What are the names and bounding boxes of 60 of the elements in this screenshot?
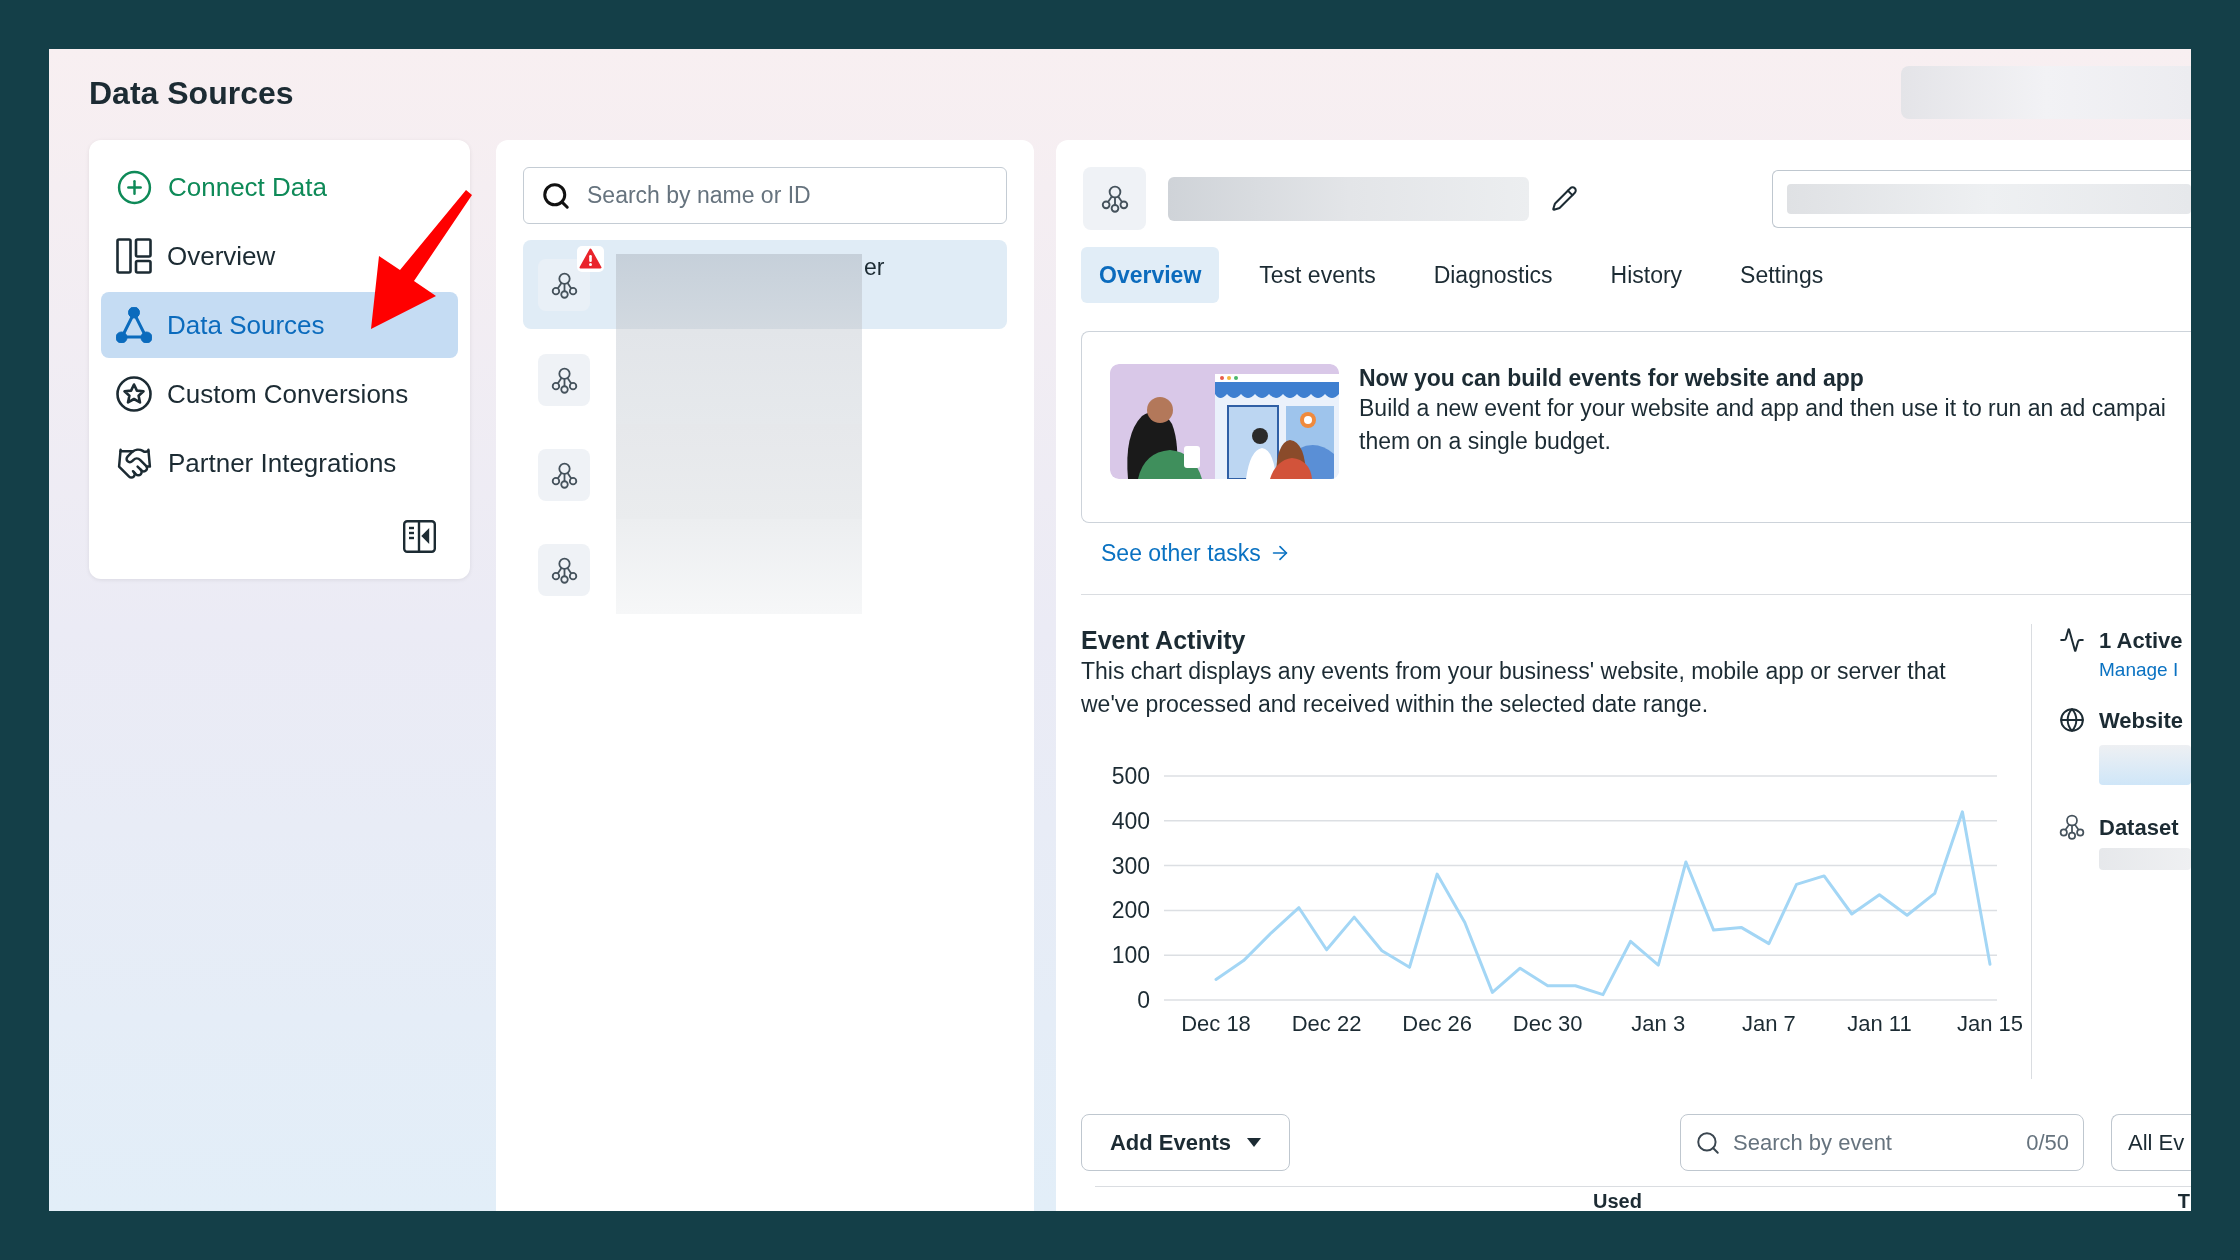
- search-field[interactable]: Search by name or ID: [523, 167, 1007, 224]
- column-header: T: [2177, 1190, 2190, 1211]
- filter-button[interactable]: All Ev: [2111, 1114, 2191, 1171]
- add-events-button[interactable]: Add Events: [1081, 1114, 1290, 1171]
- sidebar-item[interactable]: Overview: [101, 223, 458, 289]
- event-search-field[interactable]: Search by event 0/50: [1680, 1114, 2084, 1171]
- sidebar-item[interactable]: Connect Data: [101, 154, 458, 220]
- layout-icon: [116, 238, 152, 274]
- summary-title: 1 Active: [2099, 626, 2183, 655]
- sidebar-item[interactable]: Custom Conversions: [101, 361, 458, 427]
- promo-title: Now you can build events for website and app: [1359, 364, 1865, 392]
- nodes-icon: [116, 307, 152, 343]
- axis-label: Jan 11: [1847, 1010, 1912, 1036]
- tab[interactable]: Test events: [1241, 247, 1394, 303]
- axis-label: Dec 30: [1512, 1010, 1583, 1036]
- column-header: Used: [1593, 1190, 1642, 1211]
- section-description: This chart displays any events from your business' website, mobile app or server that we've processed and received within the selected date range.: [1081, 657, 1947, 719]
- tab[interactable]: Settings: [1722, 247, 1842, 303]
- page-title: Data Sources: [89, 74, 294, 113]
- star-circle-icon: [116, 376, 152, 412]
- axis-label: 500: [1111, 763, 1150, 789]
- caret-down-icon: [1247, 1138, 1261, 1147]
- sidebar-item[interactable]: Partner Integrations: [101, 430, 458, 496]
- axis-label: Dec 22: [1291, 1010, 1362, 1036]
- axis-label: 300: [1111, 852, 1150, 879]
- sidebar-item[interactable]: Data Sources: [101, 292, 458, 358]
- dataset-icon: [538, 354, 590, 406]
- char-count: 0/50: [2026, 1129, 2069, 1157]
- tab[interactable]: Overview: [1081, 247, 1220, 303]
- search-icon: [1695, 1129, 1721, 1156]
- plus-circle-icon: [116, 168, 153, 206]
- summary-title: Website: [2099, 706, 2183, 735]
- axis-label: Dec 26: [1402, 1010, 1472, 1036]
- axis-label: Jan 15: [1956, 1010, 2024, 1036]
- axis-label: 100: [1111, 942, 1150, 969]
- summary-title: Dataset: [2099, 813, 2179, 842]
- axis-label: 200: [1111, 897, 1150, 924]
- axis-label: Jan 3: [1631, 1010, 1686, 1036]
- promo-description: Build a new event for your website and app and then use it to run an ad campai them on a single budget.: [1359, 394, 2166, 456]
- axis-label: Jan 7: [1741, 1010, 1796, 1036]
- section-title: Event Activity: [1081, 625, 1247, 655]
- pencil-icon[interactable]: [1551, 185, 1578, 212]
- axis-label: 0: [1137, 987, 1150, 1013]
- tab[interactable]: History: [1592, 247, 1701, 303]
- text-link[interactable]: Manage I: [2099, 658, 2179, 682]
- tab[interactable]: Diagnostics: [1415, 247, 1571, 303]
- source-list-item[interactable]: er: [523, 240, 1007, 329]
- axis-label: Dec 18: [1181, 1010, 1251, 1036]
- see-tasks-link[interactable]: See other tasks: [1101, 539, 1291, 567]
- axis-label: 400: [1111, 807, 1150, 834]
- globe-icon: [2059, 707, 2085, 733]
- search-icon: [541, 180, 571, 211]
- dataset-icon: [538, 449, 590, 501]
- dataset-icon: [2059, 814, 2085, 840]
- pulse-icon: [2059, 627, 2085, 653]
- date-range-field[interactable]: [1772, 169, 2191, 228]
- dataset-icon: [538, 544, 590, 596]
- collapse-panel-icon[interactable]: [403, 520, 436, 553]
- dataset-icon: [1083, 167, 1146, 230]
- dataset-icon: [538, 259, 590, 311]
